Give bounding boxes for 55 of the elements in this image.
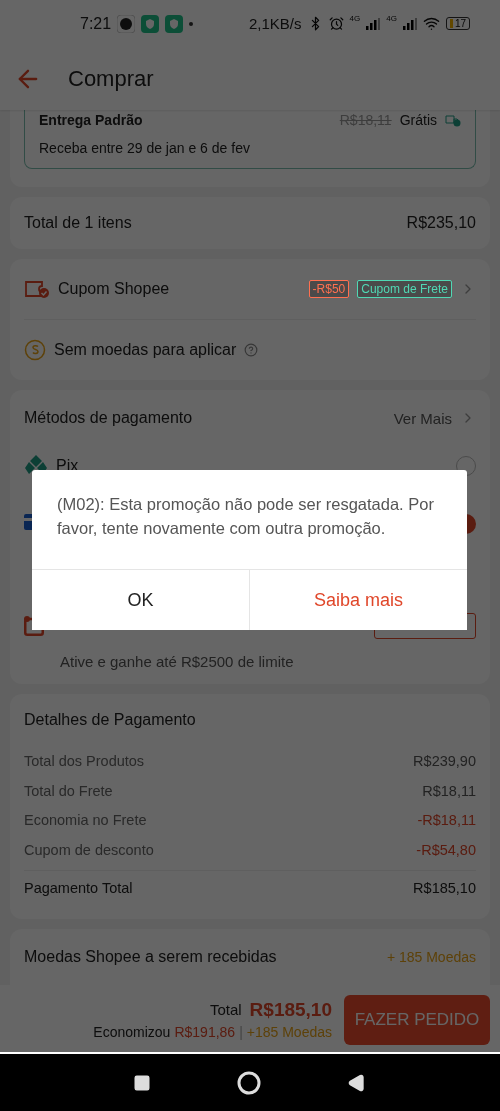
- place-order-button[interactable]: FAZER PEDIDO: [344, 994, 490, 1045]
- alarm-icon: [328, 16, 344, 32]
- truck-icon: [445, 113, 461, 128]
- network-speed: 2,1KB/s: [249, 15, 302, 33]
- network-type: 4G: [386, 14, 397, 23]
- section-title: Moedas Shopee a serem recebidas: [24, 948, 277, 967]
- total-label: Pagamento Total: [24, 880, 133, 897]
- coupon-tag: Cupom de Frete: [357, 280, 452, 299]
- section-title: Métodos de pagamento: [24, 409, 193, 428]
- see-more-link[interactable]: Ver Mais: [393, 409, 452, 427]
- savings-amount: R$191,86: [174, 1023, 236, 1040]
- items-total-label: Total de 1 itens: [24, 214, 132, 233]
- shipping-price: Grátis: [399, 112, 437, 129]
- coupon-link[interactable]: Cupom Shopee: [58, 280, 170, 299]
- coupon-icon: [24, 279, 50, 300]
- home-button[interactable]: [237, 1070, 261, 1095]
- section-title: Detalhes de Pagamento: [24, 711, 196, 730]
- dialog-message: (M02): Esta promoção não pode ser resgatada. Por favor, tente novamente com outra promoção.: [57, 494, 435, 539]
- total-value: R$185,10: [413, 880, 476, 897]
- dot-icon: [189, 22, 194, 26]
- detail-value: -R$54,80: [416, 841, 476, 858]
- shield-icon: [165, 15, 184, 33]
- app-icon: [117, 15, 136, 33]
- signal-icon: [402, 18, 417, 30]
- coins-earned: +185 Moedas: [246, 1023, 332, 1040]
- detail-label: Total dos Produtos: [24, 753, 145, 770]
- detail-value: R$239,90: [413, 753, 476, 770]
- coins-value: + 185 Moedas: [386, 949, 476, 966]
- detail-value: -R$18,11: [417, 812, 476, 829]
- back-nav-button[interactable]: [347, 1072, 367, 1093]
- battery-indicator: 17: [445, 17, 470, 31]
- items-total-value: R$235,10: [406, 214, 476, 233]
- separator: |: [239, 1023, 243, 1040]
- page-title: Comprar: [68, 66, 154, 93]
- help-icon: [244, 343, 259, 358]
- signal-icon: [366, 18, 381, 30]
- total-amount: R$185,10: [249, 998, 332, 1021]
- recents-button[interactable]: [133, 1073, 151, 1092]
- detail-value: R$18,11: [422, 782, 476, 799]
- shipping-name: Entrega Padrão: [39, 112, 143, 129]
- coupon-tag: -R$50: [308, 280, 350, 299]
- coin-icon: [24, 339, 46, 362]
- network-type: 4G: [349, 14, 361, 23]
- clock-time: 7:21: [80, 15, 112, 33]
- coins-label: Sem moedas para aplicar: [54, 341, 237, 360]
- detail-label: Total do Frete: [24, 782, 113, 799]
- total-label: Total: [209, 1001, 242, 1019]
- shield-icon: [141, 15, 160, 33]
- detail-label: Economia no Frete: [24, 812, 147, 829]
- dialog-button[interactable]: Saiba mais: [249, 570, 467, 630]
- detail-label: Cupom de desconto: [24, 841, 154, 858]
- method-note: Ative e ganhe até R$2500 de limite: [60, 652, 294, 670]
- delivery-window: Receba entre 29 de jan e 6 de fev: [39, 140, 461, 157]
- savings-label: Economizou: [93, 1023, 171, 1040]
- wifi-icon: [422, 15, 440, 33]
